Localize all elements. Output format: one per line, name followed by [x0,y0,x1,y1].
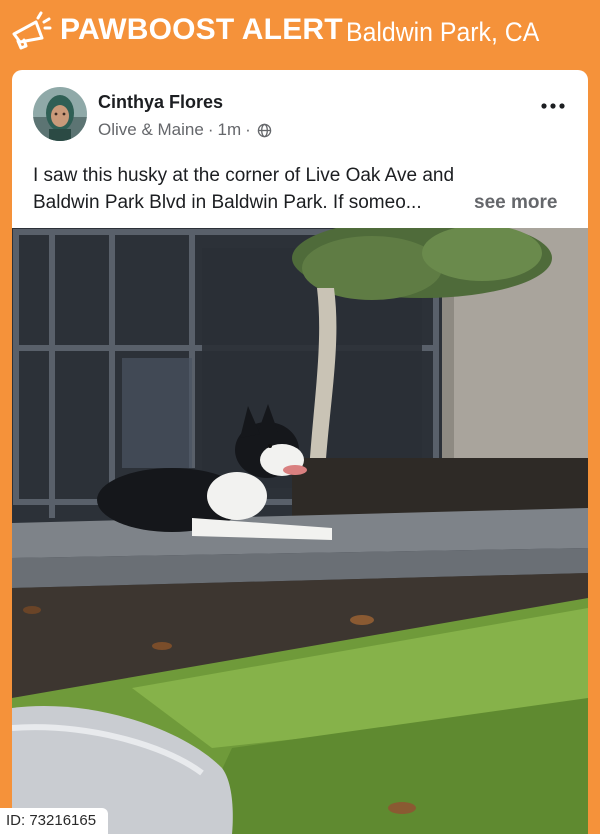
post-time[interactable]: 1m [218,120,242,140]
megaphone-icon [12,11,52,50]
brand-title: PAWBOOST ALERT [60,13,343,46]
post-text-line: I saw this husky at the corner of Live O… [33,165,455,186]
alert-location: Baldwin Park, CA [346,17,540,47]
post-photo[interactable] [12,228,588,834]
globe-icon [257,123,272,137]
post-meta: Olive & Maine · 1m · [98,120,272,140]
social-post-card: Cinthya Flores Olive & Maine · 1m · I sa… [12,70,588,834]
avatar[interactable] [33,87,87,141]
see-more-link[interactable]: see more [474,189,557,216]
alert-header: PAWBOOST ALERT Baldwin Park, CA [0,0,600,60]
meta-separator: · [245,120,251,139]
more-options-icon[interactable] [538,96,568,116]
post-author[interactable]: Cinthya Flores [98,92,223,113]
post-group[interactable]: Olive & Maine [98,120,204,140]
meta-separator: · [207,120,214,139]
alert-id-label: ID: 73216165 [0,808,109,834]
